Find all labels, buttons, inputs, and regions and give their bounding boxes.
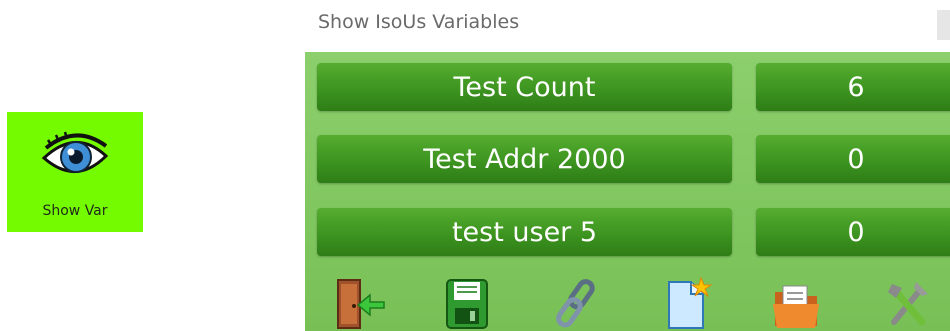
variable-value-button[interactable]: 0 (756, 135, 950, 183)
variable-name-button[interactable]: Test Count (317, 63, 732, 111)
eye-icon (41, 131, 109, 173)
save-disk-icon[interactable] (441, 276, 495, 331)
variable-value-button[interactable]: 6 (756, 63, 950, 111)
variable-name-button[interactable]: test user 5 (317, 208, 732, 256)
variable-value-button[interactable]: 0 (756, 208, 950, 256)
new-document-icon[interactable] (661, 276, 715, 331)
show-var-launcher[interactable]: Show Var (7, 112, 143, 232)
variables-panel: Test Count 6 Test Addr 2000 0 test user … (305, 52, 950, 331)
exit-door-icon[interactable] (332, 276, 386, 331)
close-button[interactable] (937, 10, 950, 40)
settings-tools-icon[interactable] (882, 276, 936, 331)
window-title: Show IsoUs Variables (318, 11, 520, 33)
variable-name-button[interactable]: Test Addr 2000 (317, 135, 732, 183)
launcher-label: Show Var (42, 203, 108, 219)
open-folder-icon[interactable] (771, 276, 825, 331)
link-chain-icon[interactable] (551, 276, 605, 331)
